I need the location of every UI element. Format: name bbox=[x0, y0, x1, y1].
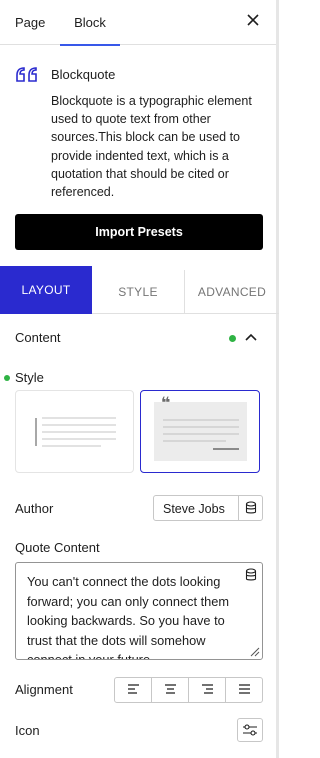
changed-indicator-dot bbox=[229, 335, 236, 342]
block-description: Blockquote is a typographic element used… bbox=[51, 94, 252, 200]
style-label: Style bbox=[15, 370, 44, 385]
sidebar-header: Page Block bbox=[0, 0, 279, 46]
tab-page[interactable]: Page bbox=[15, 0, 45, 45]
style-changed-dot bbox=[4, 375, 10, 381]
align-right-button[interactable] bbox=[189, 678, 226, 702]
alignment-buttons bbox=[114, 677, 263, 703]
scrollbar-track[interactable] bbox=[276, 0, 279, 758]
quote-content-label: Quote Content bbox=[15, 540, 100, 555]
icon-label: Icon bbox=[15, 723, 40, 738]
preset-1-thumbnail bbox=[35, 417, 116, 447]
quote-content-value[interactable]: You can't connect the dots looking forwa… bbox=[27, 572, 247, 659]
import-presets-button[interactable]: Import Presets bbox=[15, 214, 263, 250]
justify-button[interactable] bbox=[226, 678, 263, 702]
active-tab-indicator bbox=[60, 44, 120, 46]
tab-block-label: Block bbox=[74, 15, 106, 30]
tab-advanced[interactable]: ADVANCED bbox=[185, 270, 279, 314]
preset-2-thumbnail: ❝ bbox=[154, 393, 247, 461]
author-label: Author bbox=[15, 501, 54, 516]
settings-subtabs: LAYOUT STYLE ADVANCED bbox=[0, 266, 279, 314]
quote-content-textarea[interactable]: You can't connect the dots looking forwa… bbox=[15, 562, 263, 660]
svg-text:❝: ❝ bbox=[161, 393, 170, 412]
quote-icon bbox=[16, 67, 37, 82]
tab-style[interactable]: STYLE bbox=[92, 270, 185, 314]
close-icon[interactable] bbox=[245, 12, 261, 28]
block-title: Blockquote bbox=[51, 67, 116, 82]
style-preset-1[interactable] bbox=[15, 390, 134, 473]
align-right-icon bbox=[202, 684, 213, 694]
field-divider bbox=[238, 496, 239, 520]
chevron-up-icon bbox=[245, 333, 257, 341]
align-center-icon bbox=[165, 684, 176, 694]
author-field[interactable]: Steve Jobs bbox=[153, 495, 263, 521]
settings-sliders-icon bbox=[243, 724, 257, 736]
tab-block[interactable]: Block bbox=[60, 0, 120, 46]
justify-icon bbox=[239, 684, 250, 694]
resize-handle-icon[interactable] bbox=[248, 645, 260, 657]
alignment-label: Alignment bbox=[15, 682, 73, 697]
content-section-title: Content bbox=[15, 330, 61, 345]
align-left-icon bbox=[128, 684, 139, 694]
tab-layout[interactable]: LAYOUT bbox=[0, 266, 92, 314]
icon-settings-button[interactable] bbox=[237, 718, 263, 742]
dynamic-data-icon[interactable] bbox=[245, 501, 257, 515]
style-preset-2[interactable]: ❝ bbox=[140, 390, 260, 473]
align-center-button[interactable] bbox=[152, 678, 189, 702]
align-left-button[interactable] bbox=[115, 678, 152, 702]
content-section-toggle[interactable]: Content bbox=[15, 330, 263, 348]
author-value[interactable]: Steve Jobs bbox=[163, 502, 225, 516]
dynamic-data-icon[interactable] bbox=[245, 568, 257, 582]
